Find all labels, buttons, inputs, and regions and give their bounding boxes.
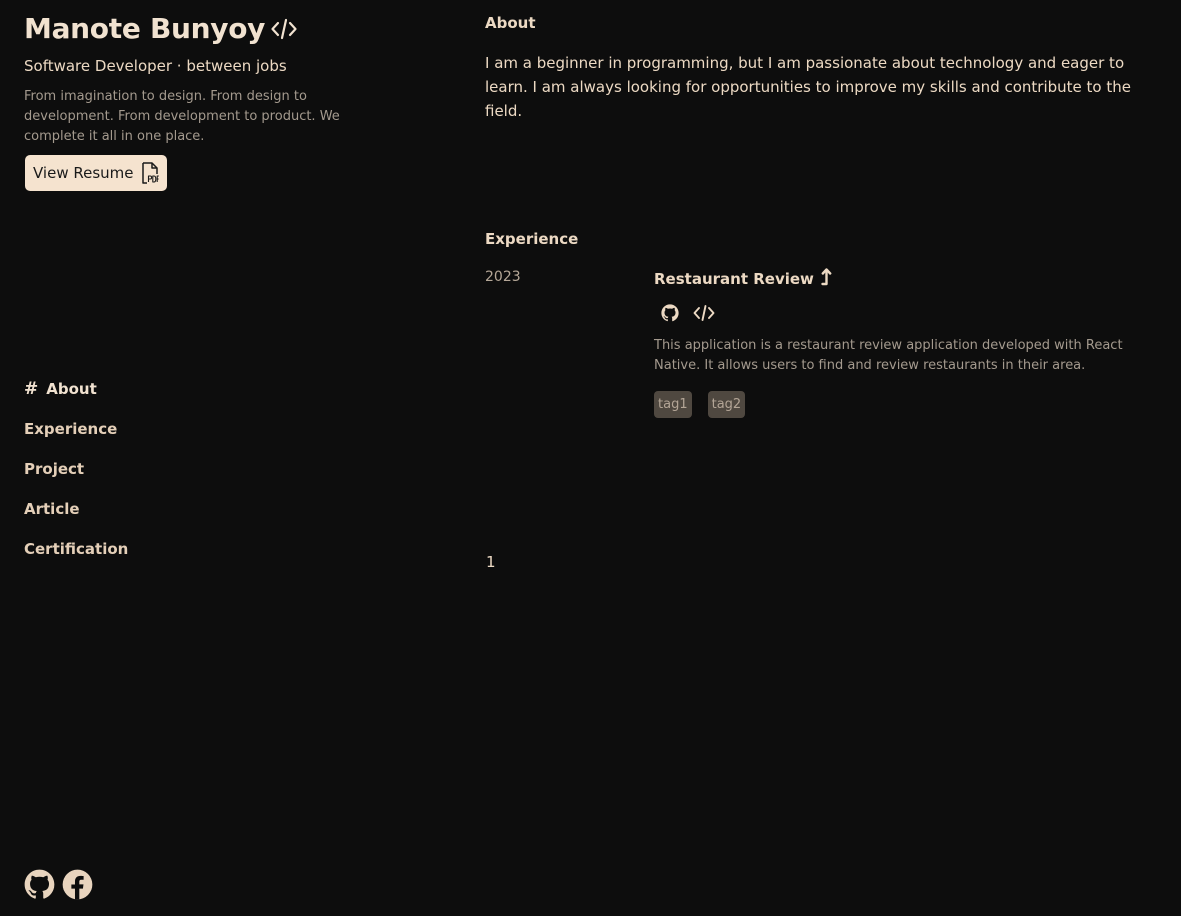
tag-badge: tag2 bbox=[707, 391, 746, 418]
experience-links bbox=[654, 304, 1164, 322]
profile-tagline: From imagination to design. From design … bbox=[24, 89, 340, 144]
tag-list: tag1 tag2 bbox=[654, 391, 1164, 418]
profile-subtitle: Software Developer · between jobs bbox=[24, 57, 287, 75]
profile-sidebar: Manote Bunyoy Software Developer · betwe… bbox=[24, 0, 404, 916]
code-icon bbox=[271, 18, 297, 40]
experience-description: This application is a restaurant review … bbox=[654, 338, 1123, 373]
nav-item-label: Project bbox=[24, 460, 85, 478]
social-links bbox=[24, 869, 93, 900]
nav-item-about[interactable]: # About bbox=[24, 369, 128, 409]
section-nav: # About Experience Project Article Certi… bbox=[24, 369, 128, 569]
github-icon[interactable] bbox=[661, 304, 679, 322]
nav-item-certification[interactable]: Certification bbox=[24, 529, 128, 569]
about-title: About bbox=[485, 14, 536, 32]
nav-item-label: About bbox=[46, 380, 97, 398]
experience-title: Experience bbox=[485, 230, 579, 248]
pagination-page-1[interactable]: 1 bbox=[486, 553, 496, 571]
tag-badge: tag1 bbox=[654, 391, 692, 418]
code-icon[interactable] bbox=[693, 304, 715, 322]
hash-icon: # bbox=[24, 379, 39, 399]
nav-item-label: Article bbox=[24, 500, 80, 518]
profile-name: Manote Bunyoy bbox=[24, 12, 266, 45]
nav-item-article[interactable]: Article bbox=[24, 489, 128, 529]
view-resume-label: View Resume bbox=[33, 164, 134, 182]
name-row: Manote Bunyoy bbox=[24, 12, 297, 45]
facebook-icon[interactable] bbox=[62, 869, 93, 900]
github-icon[interactable] bbox=[24, 869, 55, 900]
pdf-file-icon bbox=[141, 162, 159, 184]
nav-item-label: Certification bbox=[24, 540, 129, 558]
nav-item-project[interactable]: Project bbox=[24, 449, 128, 489]
experience-link[interactable]: Restaurant Review bbox=[654, 268, 1164, 290]
arrow-up-icon bbox=[821, 268, 833, 290]
view-resume-button[interactable]: View Resume bbox=[25, 155, 167, 191]
experience-year: 2023 bbox=[485, 269, 521, 285]
about-text: I am a beginner in programming, but I am… bbox=[485, 54, 1131, 120]
nav-item-label: Experience bbox=[24, 420, 118, 438]
experience-card: Restaurant Review This application is a … bbox=[654, 268, 1164, 418]
portfolio-page: Manote Bunyoy Software Developer · betwe… bbox=[0, 0, 1181, 916]
nav-item-experience[interactable]: Experience bbox=[24, 409, 128, 449]
experience-heading: Restaurant Review bbox=[654, 270, 814, 288]
